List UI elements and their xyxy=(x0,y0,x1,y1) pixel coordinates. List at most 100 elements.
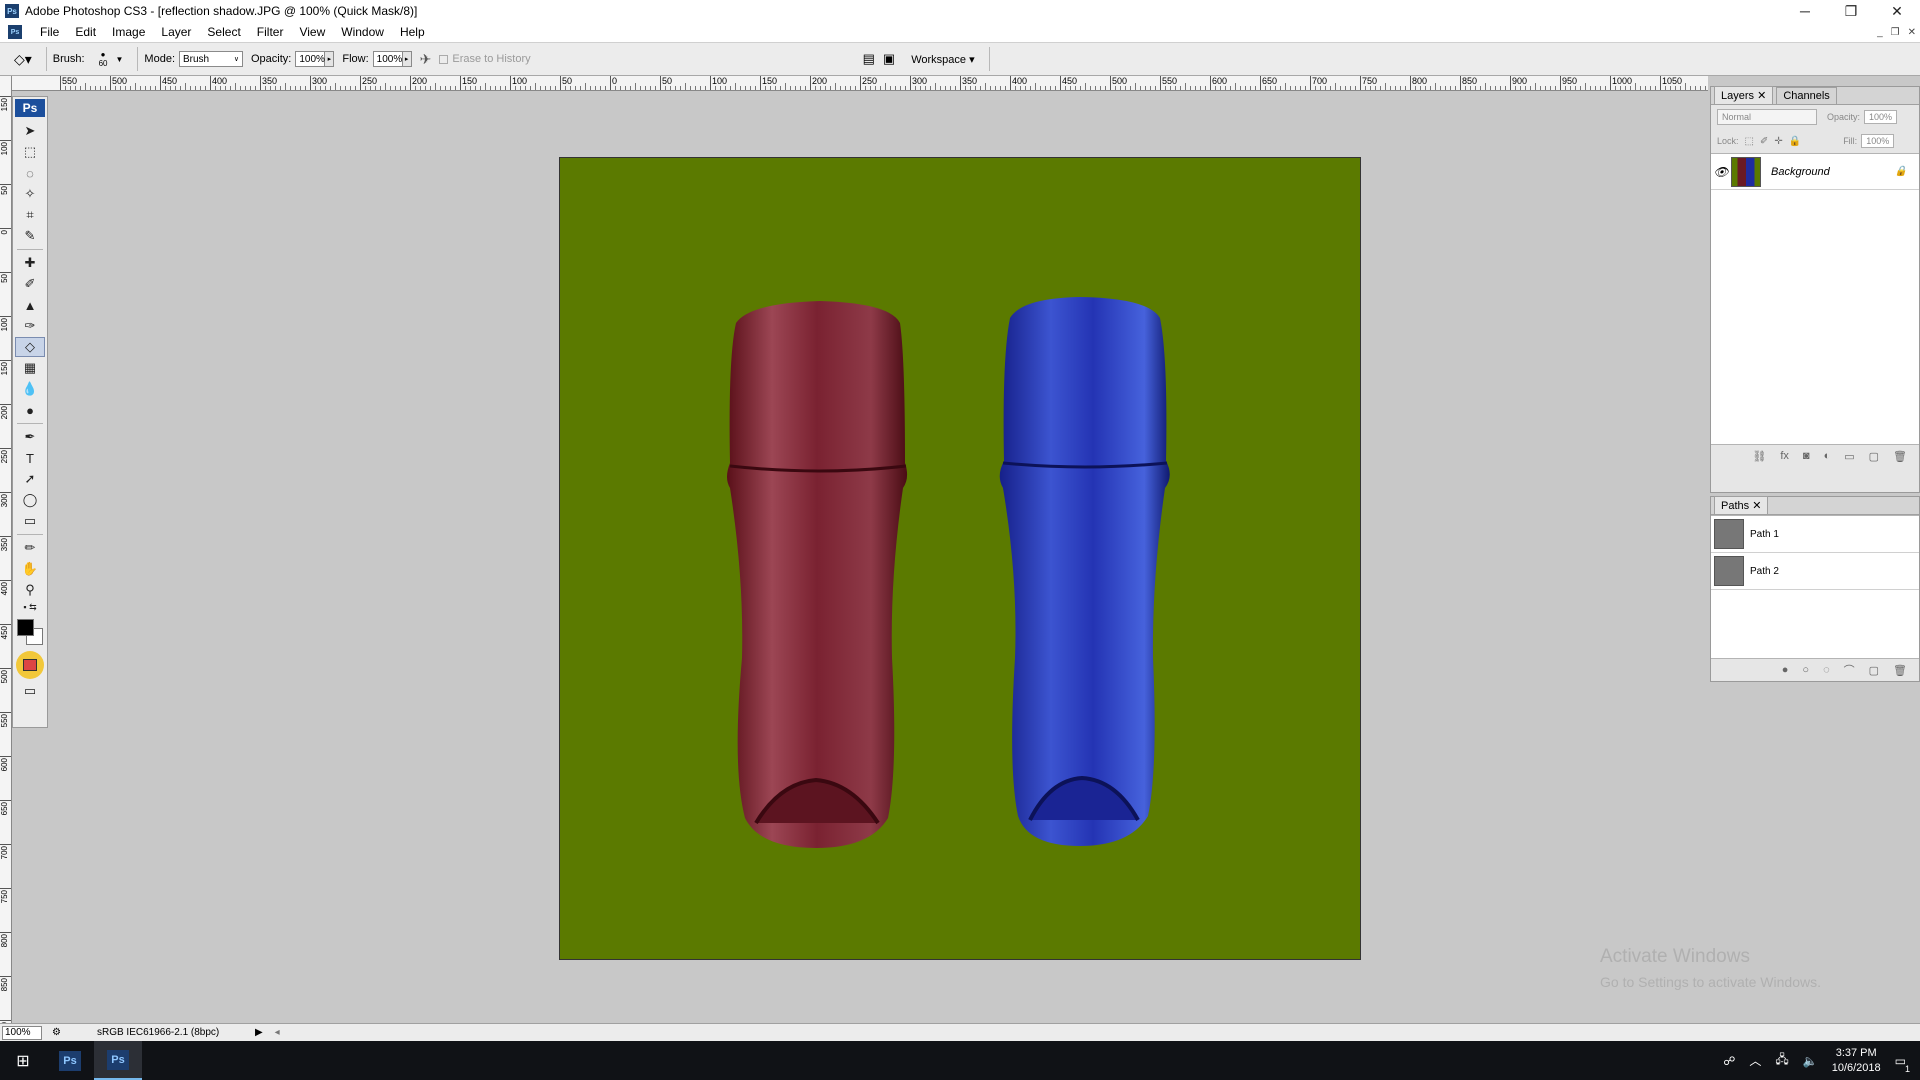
quick-mask-button[interactable] xyxy=(16,651,44,679)
horizontal-scrollbar[interactable]: ◂ xyxy=(275,1027,1920,1039)
close-button[interactable]: ✕ xyxy=(1874,0,1920,22)
tray-expand-icon[interactable]: ︿ xyxy=(1749,1052,1761,1069)
document-canvas[interactable] xyxy=(559,157,1361,960)
clone-stamp-tool[interactable]: ▲ xyxy=(15,295,45,315)
minimize-button[interactable]: ─ xyxy=(1782,0,1828,22)
menu-window[interactable]: Window xyxy=(333,25,392,39)
move-tool[interactable]: ➤ xyxy=(15,121,45,141)
opacity-input[interactable]: 100% xyxy=(295,51,326,67)
flow-arrow-icon[interactable]: ▸ xyxy=(402,51,412,67)
menu-help[interactable]: Help xyxy=(392,25,433,39)
maximize-button[interactable]: ❐ xyxy=(1828,0,1874,22)
notification-icon[interactable]: ▭ 1 xyxy=(1895,1054,1910,1074)
palette-well-icon[interactable]: ▤ xyxy=(863,51,875,67)
new-layer-icon[interactable]: ▢ xyxy=(1869,450,1879,463)
zoom-tool[interactable]: ⚲ xyxy=(15,580,45,600)
make-work-path-icon[interactable]: ⌒ xyxy=(1844,662,1855,678)
ruler-label: 200 xyxy=(812,76,828,86)
menu-edit[interactable]: Edit xyxy=(67,25,104,39)
fill-input[interactable]: 100% xyxy=(1861,134,1895,148)
windows-start-icon[interactable]: ⊞ xyxy=(0,1041,46,1080)
type-tool[interactable]: T xyxy=(15,448,45,468)
path-row-1[interactable]: Path 1 xyxy=(1711,516,1919,553)
opacity-arrow-icon[interactable]: ▸ xyxy=(325,51,335,67)
photoshop-logo[interactable]: Ps xyxy=(15,99,45,117)
lock-icons[interactable]: ⬚✐✛🔒 xyxy=(1745,136,1808,147)
zoom-field[interactable]: 100% xyxy=(2,1025,42,1040)
load-selection-icon[interactable]: ◌ xyxy=(1823,664,1830,676)
document-icon[interactable]: Ps xyxy=(8,25,22,39)
gradient-tool[interactable]: ▦ xyxy=(15,358,45,378)
path-selection-tool[interactable]: ➚ xyxy=(15,469,45,489)
foreground-color[interactable] xyxy=(17,619,34,636)
menu-layer[interactable]: Layer xyxy=(153,25,199,39)
blur-tool[interactable]: 💧 xyxy=(15,379,45,399)
hand-tool[interactable]: ✋ xyxy=(15,559,45,579)
menu-filter[interactable]: Filter xyxy=(249,25,292,39)
link-layers-icon[interactable]: ⛓ xyxy=(1752,450,1766,463)
network-icon[interactable]: 🖧 xyxy=(1775,1050,1788,1071)
history-brush-tool[interactable]: ✑ xyxy=(15,316,45,336)
ruler-left: 150 100 50 0 50 100 150 200 250 300 350 400 450 500 55… xyxy=(0,76,12,1023)
doc-close-button[interactable]: ✕ xyxy=(1908,27,1916,38)
tab-paths[interactable]: Paths ✕ xyxy=(1714,496,1769,514)
workspace-menu[interactable]: Workspace ▾ xyxy=(911,53,974,66)
tab-channels[interactable]: Channels xyxy=(1776,87,1837,104)
clock-date: 10/6/2018 xyxy=(1831,1061,1881,1074)
slice-tool[interactable]: ✎ xyxy=(15,226,45,246)
menu-file[interactable]: File xyxy=(32,25,67,39)
magic-wand-tool[interactable]: ✧ xyxy=(15,184,45,204)
brush-tool[interactable]: ✐ xyxy=(15,274,45,294)
healing-brush-tool[interactable]: ✚ xyxy=(15,253,45,273)
visibility-eye-icon[interactable]: 👁 xyxy=(1711,165,1731,179)
new-group-icon[interactable]: ▭ xyxy=(1844,450,1854,463)
taskbar-app-photoshop-1[interactable]: Ps xyxy=(46,1041,94,1080)
flow-input[interactable]: 100% xyxy=(372,51,403,67)
layer-row-background[interactable]: 👁 Background 🔒 xyxy=(1711,154,1919,190)
adjustment-layer-icon[interactable]: ◐ xyxy=(1824,450,1831,462)
new-path-icon[interactable]: ▢ xyxy=(1869,664,1879,677)
clock[interactable]: 3:37 PM 10/6/2018 xyxy=(1832,1046,1881,1076)
ruler-label: 850 xyxy=(0,978,9,992)
status-menu-arrow-icon[interactable]: ▶ xyxy=(255,1027,263,1038)
menu-view[interactable]: View xyxy=(291,25,333,39)
stroke-path-icon[interactable]: ○ xyxy=(1802,664,1809,676)
doc-restore-button[interactable]: ❐ xyxy=(1891,27,1900,38)
taskbar-app-photoshop-2[interactable]: Ps xyxy=(94,1041,142,1080)
ruler-label: 350 xyxy=(262,76,278,86)
brush-picker[interactable]: ● 60 xyxy=(99,50,108,68)
bridge-icon[interactable]: ▣ xyxy=(883,51,895,67)
shape-tool[interactable]: ◯ xyxy=(15,490,45,510)
tab-layers[interactable]: Layers ✕ xyxy=(1714,86,1774,104)
eyedropper-tool[interactable]: ✏ xyxy=(15,538,45,558)
delete-path-icon[interactable]: 🗑 xyxy=(1893,664,1907,677)
path-row-2[interactable]: Path 2 xyxy=(1711,553,1919,590)
screen-mode-icon[interactable]: ▭ xyxy=(15,681,45,701)
layer-mask-icon[interactable]: ◙ xyxy=(1803,450,1810,462)
eraser-preset-icon[interactable]: ◇▾ xyxy=(14,51,32,68)
status-icon[interactable]: ⚙ xyxy=(52,1027,61,1038)
dodge-tool[interactable]: ● xyxy=(15,400,45,420)
delete-layer-icon[interactable]: 🗑 xyxy=(1893,450,1907,463)
marquee-tool[interactable]: ⬚ xyxy=(15,142,45,162)
people-icon[interactable]: ☍ xyxy=(1723,1054,1735,1068)
doc-minimize-button[interactable]: _ xyxy=(1877,27,1883,38)
airbrush-icon[interactable]: ✈ xyxy=(420,51,432,68)
mode-select[interactable]: Brush ∨ xyxy=(179,51,243,67)
notes-tool[interactable]: ▭ xyxy=(15,511,45,531)
lasso-tool[interactable]: ◌ xyxy=(15,163,45,183)
blend-mode-select[interactable]: Normal xyxy=(1717,109,1817,125)
swap-colors-icon[interactable]: ▪ ⇆ xyxy=(15,601,45,613)
layer-style-icon[interactable]: fx xyxy=(1780,450,1789,462)
eraser-tool[interactable]: ◇ xyxy=(15,337,45,357)
menu-select[interactable]: Select xyxy=(199,25,248,39)
erase-history-checkbox[interactable] xyxy=(439,54,449,64)
color-swatches[interactable] xyxy=(15,617,45,647)
pen-tool[interactable]: ✒ xyxy=(15,427,45,447)
layer-opacity-input[interactable]: 100% xyxy=(1864,110,1898,124)
fill-path-icon[interactable]: ● xyxy=(1782,664,1789,676)
volume-icon[interactable]: 🔈 xyxy=(1803,1054,1818,1068)
brush-dropdown-icon[interactable]: ▼ xyxy=(116,55,124,64)
menu-image[interactable]: Image xyxy=(104,25,153,39)
crop-tool[interactable]: ⌗ xyxy=(15,205,45,225)
